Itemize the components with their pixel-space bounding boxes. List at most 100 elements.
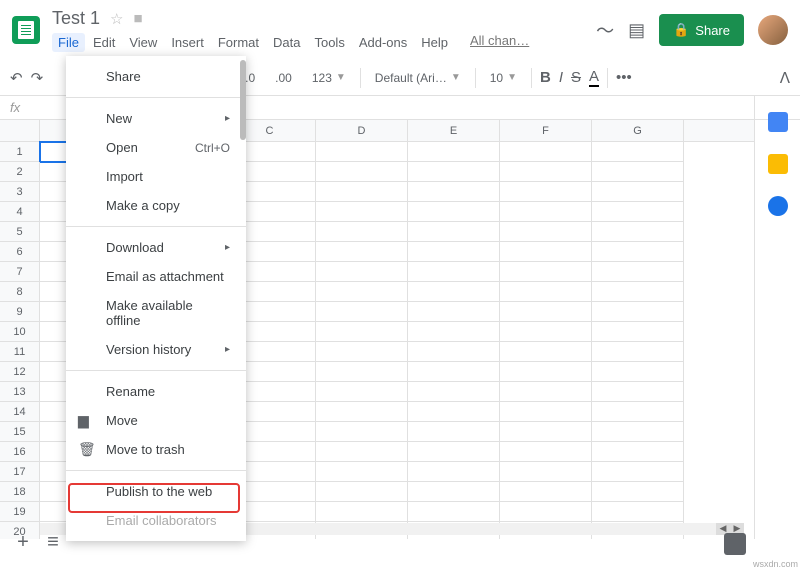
cell[interactable] bbox=[408, 442, 500, 462]
menu-tools[interactable]: Tools bbox=[308, 33, 350, 52]
cell[interactable] bbox=[592, 182, 684, 202]
row-header[interactable]: 19 bbox=[0, 502, 40, 522]
all-changes-link[interactable]: All chan… bbox=[470, 33, 529, 52]
undo-icon[interactable]: ↶ bbox=[10, 69, 23, 87]
cell[interactable] bbox=[592, 302, 684, 322]
select-all-corner[interactable] bbox=[0, 120, 40, 141]
cell[interactable] bbox=[408, 142, 500, 162]
row-header[interactable]: 8 bbox=[0, 282, 40, 302]
cell[interactable] bbox=[500, 502, 592, 522]
row-header[interactable]: 1 bbox=[0, 142, 40, 162]
menu-format[interactable]: Format bbox=[212, 33, 265, 52]
row-header[interactable]: 11 bbox=[0, 342, 40, 362]
cell[interactable] bbox=[408, 162, 500, 182]
cell[interactable] bbox=[500, 362, 592, 382]
cell[interactable] bbox=[408, 222, 500, 242]
cell[interactable] bbox=[500, 422, 592, 442]
file-rename[interactable]: Rename bbox=[66, 377, 246, 406]
cell[interactable] bbox=[592, 402, 684, 422]
font-size[interactable]: 10 ▼ bbox=[484, 69, 523, 87]
move-folder-icon[interactable]: ■ bbox=[133, 10, 142, 27]
cell[interactable] bbox=[500, 482, 592, 502]
cell[interactable] bbox=[316, 182, 408, 202]
cell[interactable] bbox=[500, 382, 592, 402]
add-sheet-button[interactable]: + bbox=[10, 531, 36, 557]
file-move[interactable]: ▆Move bbox=[66, 406, 246, 435]
text-color-button[interactable]: A bbox=[589, 68, 599, 87]
all-sheets-button[interactable]: ≡ bbox=[40, 531, 66, 557]
cell[interactable] bbox=[592, 202, 684, 222]
sheets-logo[interactable] bbox=[12, 16, 40, 44]
italic-button[interactable]: I bbox=[559, 69, 563, 86]
cell[interactable] bbox=[500, 322, 592, 342]
collapse-toolbar-icon[interactable]: ᐱ bbox=[780, 69, 790, 87]
cell[interactable] bbox=[316, 342, 408, 362]
menu-edit[interactable]: Edit bbox=[87, 33, 121, 52]
cell[interactable] bbox=[500, 462, 592, 482]
row-header[interactable]: 9 bbox=[0, 302, 40, 322]
cell[interactable] bbox=[592, 502, 684, 522]
file-email-attachment[interactable]: Email as attachment bbox=[66, 262, 246, 291]
row-header[interactable]: 10 bbox=[0, 322, 40, 342]
cell[interactable] bbox=[316, 402, 408, 422]
cell[interactable] bbox=[408, 502, 500, 522]
cell[interactable] bbox=[500, 142, 592, 162]
row-header[interactable]: 16 bbox=[0, 442, 40, 462]
file-offline[interactable]: Make available offline bbox=[66, 291, 246, 335]
share-button[interactable]: 🔒 Share bbox=[659, 14, 744, 46]
cell[interactable] bbox=[316, 242, 408, 262]
cell[interactable] bbox=[500, 342, 592, 362]
star-icon[interactable]: ☆ bbox=[110, 10, 123, 28]
row-header[interactable]: 13 bbox=[0, 382, 40, 402]
cell[interactable] bbox=[408, 362, 500, 382]
toolbar-more[interactable]: ••• bbox=[616, 69, 632, 86]
cell[interactable] bbox=[408, 402, 500, 422]
row-header[interactable]: 15 bbox=[0, 422, 40, 442]
cell[interactable] bbox=[408, 342, 500, 362]
menu-insert[interactable]: Insert bbox=[165, 33, 210, 52]
tasks-icon[interactable] bbox=[768, 196, 788, 216]
row-header[interactable]: 14 bbox=[0, 402, 40, 422]
file-trash[interactable]: 🗑Move to trash bbox=[66, 435, 246, 464]
cell[interactable] bbox=[408, 242, 500, 262]
cell[interactable] bbox=[316, 282, 408, 302]
redo-icon[interactable]: ↷ bbox=[31, 69, 44, 87]
cell[interactable] bbox=[500, 162, 592, 182]
row-header[interactable]: 5 bbox=[0, 222, 40, 242]
cell[interactable] bbox=[316, 382, 408, 402]
cell[interactable] bbox=[408, 202, 500, 222]
cell[interactable] bbox=[592, 242, 684, 262]
cell[interactable] bbox=[592, 422, 684, 442]
row-header[interactable]: 18 bbox=[0, 482, 40, 502]
file-email-collaborators[interactable]: Email collaborators bbox=[66, 506, 246, 535]
cell[interactable] bbox=[592, 262, 684, 282]
col-header[interactable]: E bbox=[408, 120, 500, 141]
activity-icon[interactable]: 〜 bbox=[596, 17, 614, 43]
cell[interactable] bbox=[592, 482, 684, 502]
cell[interactable] bbox=[316, 222, 408, 242]
cell[interactable] bbox=[500, 442, 592, 462]
cell[interactable] bbox=[316, 362, 408, 382]
cell[interactable] bbox=[592, 362, 684, 382]
document-title[interactable]: Test 1 bbox=[52, 8, 100, 29]
cell[interactable] bbox=[500, 262, 592, 282]
menu-file[interactable]: File bbox=[52, 33, 85, 52]
cell[interactable] bbox=[500, 282, 592, 302]
cell[interactable] bbox=[592, 222, 684, 242]
file-new[interactable]: New▸ bbox=[66, 104, 246, 133]
cell[interactable] bbox=[316, 482, 408, 502]
col-header[interactable]: G bbox=[592, 120, 684, 141]
cell[interactable] bbox=[408, 282, 500, 302]
file-import[interactable]: Import bbox=[66, 162, 246, 191]
cell[interactable] bbox=[592, 462, 684, 482]
row-header[interactable]: 2 bbox=[0, 162, 40, 182]
cell[interactable] bbox=[408, 322, 500, 342]
cell[interactable] bbox=[408, 482, 500, 502]
file-share[interactable]: Share bbox=[66, 62, 246, 91]
col-header[interactable]: D bbox=[316, 120, 408, 141]
cell[interactable] bbox=[408, 262, 500, 282]
file-publish-web[interactable]: Publish to the web bbox=[66, 477, 246, 506]
menu-help[interactable]: Help bbox=[415, 33, 454, 52]
comments-icon[interactable]: ▤ bbox=[628, 20, 645, 41]
cell[interactable] bbox=[500, 302, 592, 322]
